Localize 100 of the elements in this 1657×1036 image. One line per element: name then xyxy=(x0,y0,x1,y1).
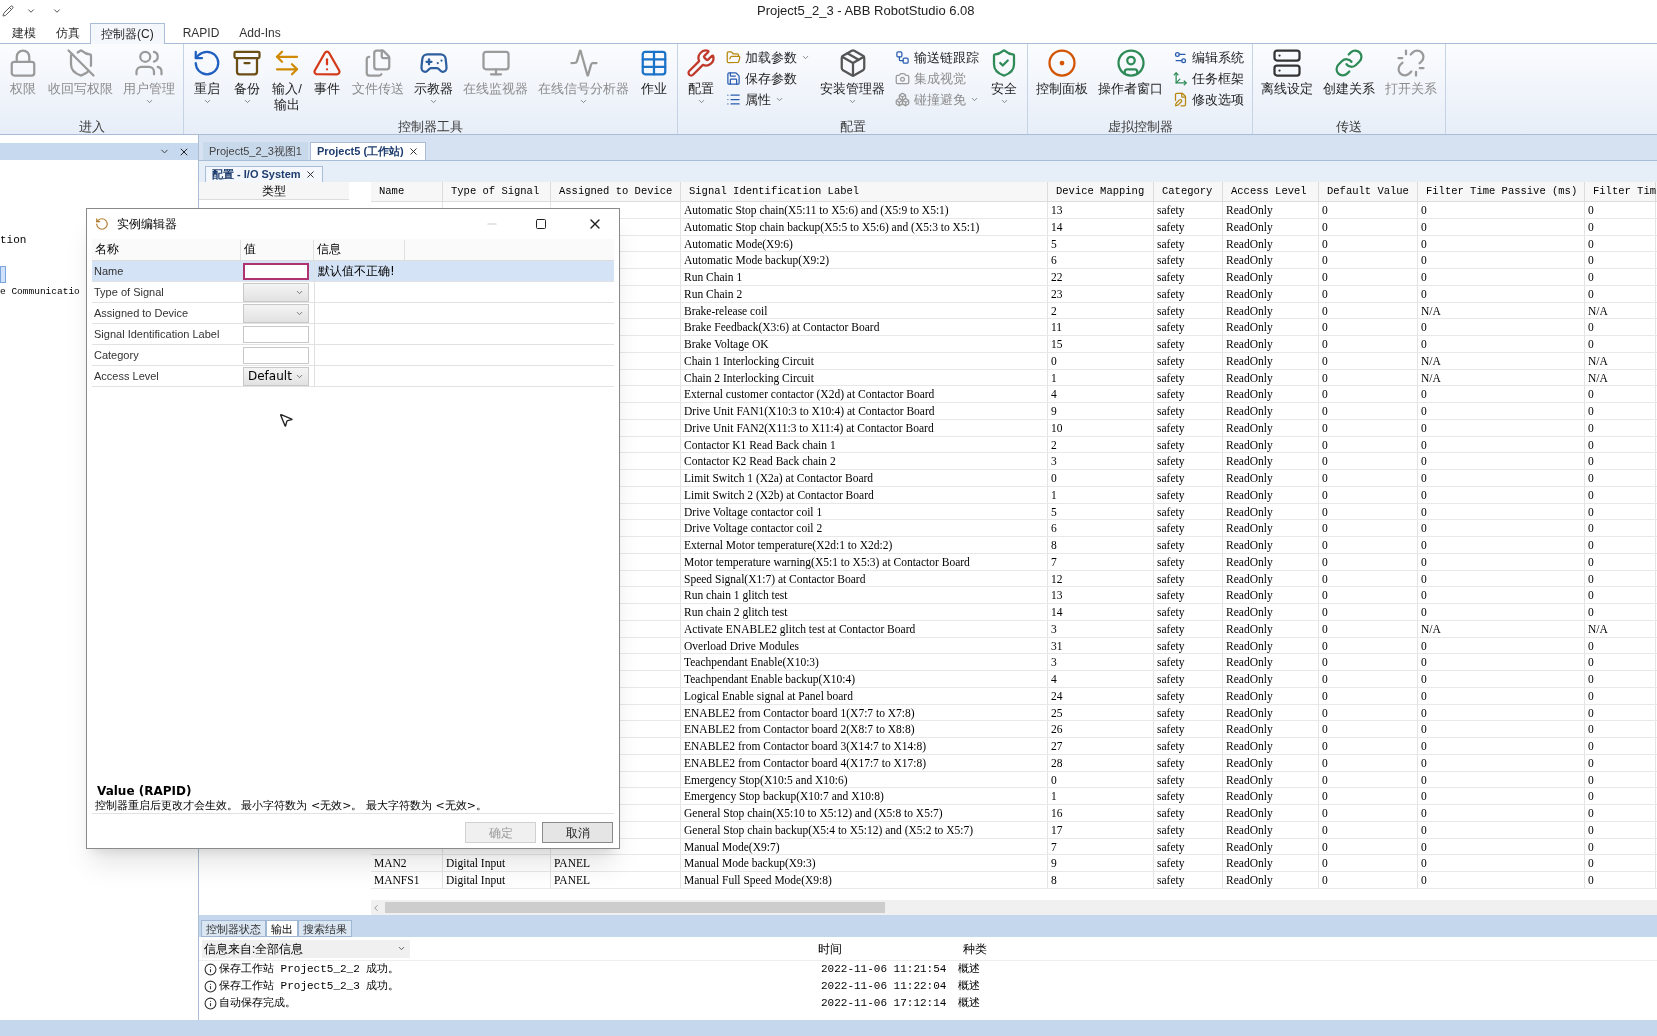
dialog-button[interactable]: 取消 xyxy=(542,822,613,843)
menu-tab[interactable]: 建模 xyxy=(2,22,46,43)
table-cell: PANEL xyxy=(551,872,681,888)
ribbon-button[interactable]: 作业 xyxy=(635,44,673,120)
ribbon-button[interactable]: 操作者窗口 xyxy=(1094,44,1167,120)
table-cell: 5 xyxy=(1048,503,1154,520)
maximize-icon[interactable] xyxy=(535,218,547,230)
column-header[interactable]: Filter Time Passive (ms) xyxy=(1418,182,1585,201)
table-cell: ReadOnly xyxy=(1223,436,1319,453)
ribbon-small-button[interactable]: 保存参数 xyxy=(722,68,814,89)
table-cell: 11 xyxy=(1048,319,1154,335)
panel-tab[interactable]: 搜索结果 xyxy=(298,920,352,937)
menu-tab[interactable]: Add-Ins xyxy=(229,22,291,43)
ribbon-button[interactable]: 输入/ 输出 xyxy=(268,44,306,120)
property-row[interactable]: Name 默认值不正确! xyxy=(92,261,614,282)
ribbon-button[interactable]: 重启 xyxy=(188,44,226,120)
ribbon-button[interactable]: 示教器 xyxy=(410,44,457,120)
table-cell: 0 xyxy=(1319,319,1418,335)
column-header[interactable]: Device Mapping xyxy=(1048,182,1154,201)
value-field[interactable] xyxy=(243,325,309,343)
table-cell: 0 xyxy=(1319,470,1418,486)
table-cell: safety xyxy=(1154,336,1223,352)
column-header[interactable]: Signal Identification Label xyxy=(681,182,1048,201)
table-cell: ReadOnly xyxy=(1223,788,1319,804)
column-header[interactable]: Filter Tim xyxy=(1585,182,1656,201)
property-row[interactable]: Category xyxy=(92,345,614,366)
caret-icon[interactable] xyxy=(26,6,36,16)
table-cell: safety xyxy=(1154,754,1223,771)
ribbon-button[interactable]: 控制面板 xyxy=(1032,44,1092,120)
column-header[interactable]: Category xyxy=(1154,182,1223,201)
menu-tab[interactable]: 仿真 xyxy=(46,22,90,43)
tree-item[interactable]: e Communicatio xyxy=(0,284,80,299)
value-field[interactable] xyxy=(243,346,309,364)
document-tab[interactable]: Project5 (工作站) xyxy=(309,142,426,160)
table-cell: 0 xyxy=(1319,771,1418,788)
table-cell: 2 xyxy=(1048,302,1154,319)
property-row[interactable]: Access Level Default xyxy=(92,366,614,387)
close-icon[interactable] xyxy=(407,146,419,157)
table-cell: 6 xyxy=(1048,520,1154,536)
ribbon-button[interactable]: 创建关系 xyxy=(1319,44,1379,120)
table-cell: Contactor K1 Read Back chain 1 xyxy=(681,436,1048,453)
table-cell: ENABLE2 from Contactor board 3(X14:7 to X14:8) xyxy=(681,738,1048,754)
panel-tab[interactable]: 控制器状态 xyxy=(201,920,266,937)
value-dropdown[interactable]: Default xyxy=(243,366,309,386)
ribbon-small-button[interactable]: 输送链跟踪 xyxy=(891,47,983,68)
menu-tab[interactable]: RAPID xyxy=(172,22,230,43)
table-cell: 0 xyxy=(1585,285,1656,302)
ribbon-small-button[interactable]: 属性 xyxy=(722,89,814,110)
table-cell: 31 xyxy=(1048,637,1154,654)
ribbon-button[interactable]: 配置 xyxy=(682,44,720,120)
table-cell: 0 xyxy=(1585,419,1656,436)
info-icon xyxy=(204,980,217,993)
document-tab[interactable]: Project5_2_3视图1 xyxy=(203,142,308,160)
table-cell: Automatic Stop chain(X5:11 to X5:6) and (X5:9 to X5:1) xyxy=(681,202,1048,218)
table-cell: 0 xyxy=(1319,620,1418,637)
table-cell: ReadOnly xyxy=(1223,855,1319,871)
column-header[interactable]: Type of Signal xyxy=(443,182,551,201)
ribbon-button[interactable]: 安装管理器 xyxy=(816,44,889,120)
ribbon-button[interactable]: 安全 xyxy=(985,44,1023,120)
table-cell: 0 xyxy=(1319,403,1418,419)
property-row[interactable]: Assigned to Device xyxy=(92,303,614,324)
table-cell: 17 xyxy=(1048,821,1154,838)
column-header[interactable]: Assigned to Device xyxy=(551,182,681,201)
property-row[interactable]: Type of Signal xyxy=(92,282,614,303)
ribbon-button[interactable]: 离线设定 xyxy=(1257,44,1317,120)
panel-tab[interactable]: 输出 xyxy=(266,920,298,937)
ribbon-button[interactable]: 备份 xyxy=(228,44,266,120)
ribbon-small-button[interactable]: 任务框架 xyxy=(1169,68,1248,89)
ribbon-small-button[interactable]: 修改选项 xyxy=(1169,89,1248,110)
table-cell: safety xyxy=(1154,738,1223,754)
column-header[interactable]: Default Value xyxy=(1319,182,1418,201)
dialog-title: 实例编辑器 xyxy=(117,216,177,233)
table-cell: 0 xyxy=(1319,788,1418,804)
table-cell: 0 xyxy=(1585,604,1656,620)
table-cell: 0 xyxy=(1418,788,1585,804)
ribbon-small-button[interactable]: 加载参数 xyxy=(722,47,814,68)
table-cell: 0 xyxy=(1418,855,1585,871)
table-cell: 0 xyxy=(1319,570,1418,587)
pencil-icon[interactable] xyxy=(2,5,14,17)
menu-tab[interactable]: 控制器(C) xyxy=(90,23,165,44)
close-icon[interactable] xyxy=(304,169,316,180)
table-cell: 0 xyxy=(1319,520,1418,536)
ribbon-button[interactable]: 事件 xyxy=(308,44,346,120)
shield-icon xyxy=(65,48,96,78)
table-cell: Automatic Mode backup(X9:2) xyxy=(681,252,1048,268)
table-cell: safety xyxy=(1154,319,1223,335)
column-header[interactable]: Access Level xyxy=(1223,182,1319,201)
property-row[interactable]: Signal Identification Label xyxy=(92,324,614,345)
value-field[interactable] xyxy=(243,262,309,280)
document-tab[interactable]: 配置 - I/O System xyxy=(205,166,323,182)
horizontal-scrollbar[interactable] xyxy=(371,900,1657,915)
table-cell: ReadOnly xyxy=(1223,654,1319,670)
item-highlight[interactable] xyxy=(0,265,6,283)
table-icon xyxy=(639,48,669,78)
column-header[interactable]: Name xyxy=(371,182,443,201)
info-icon xyxy=(204,963,217,976)
files-icon xyxy=(363,48,393,78)
source-dropdown[interactable]: 全部信息 xyxy=(255,939,410,958)
ribbon-small-button[interactable]: 编辑系统 xyxy=(1169,47,1248,68)
table-cell: N/A xyxy=(1585,302,1656,319)
